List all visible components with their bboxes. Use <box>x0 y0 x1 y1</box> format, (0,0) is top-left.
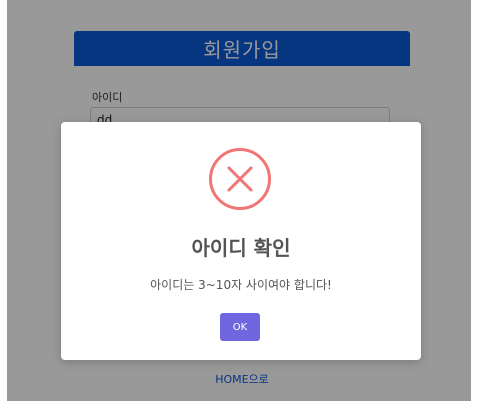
error-x-circle-icon <box>209 148 271 210</box>
modal-title: 아이디 확인 <box>191 236 291 260</box>
modal-message: 아이디는 3~10자 사이여야 합니다! <box>150 278 332 292</box>
alert-modal: 아이디 확인 아이디는 3~10자 사이여야 합니다! OK <box>61 122 421 360</box>
page-background: 회원가입 아이디 HOME으로 아이디 확인 아이디는 3~10자 사이여야 합… <box>0 0 477 411</box>
left-edge <box>0 0 7 401</box>
right-edge <box>471 0 477 401</box>
ok-button[interactable]: OK <box>220 313 260 341</box>
